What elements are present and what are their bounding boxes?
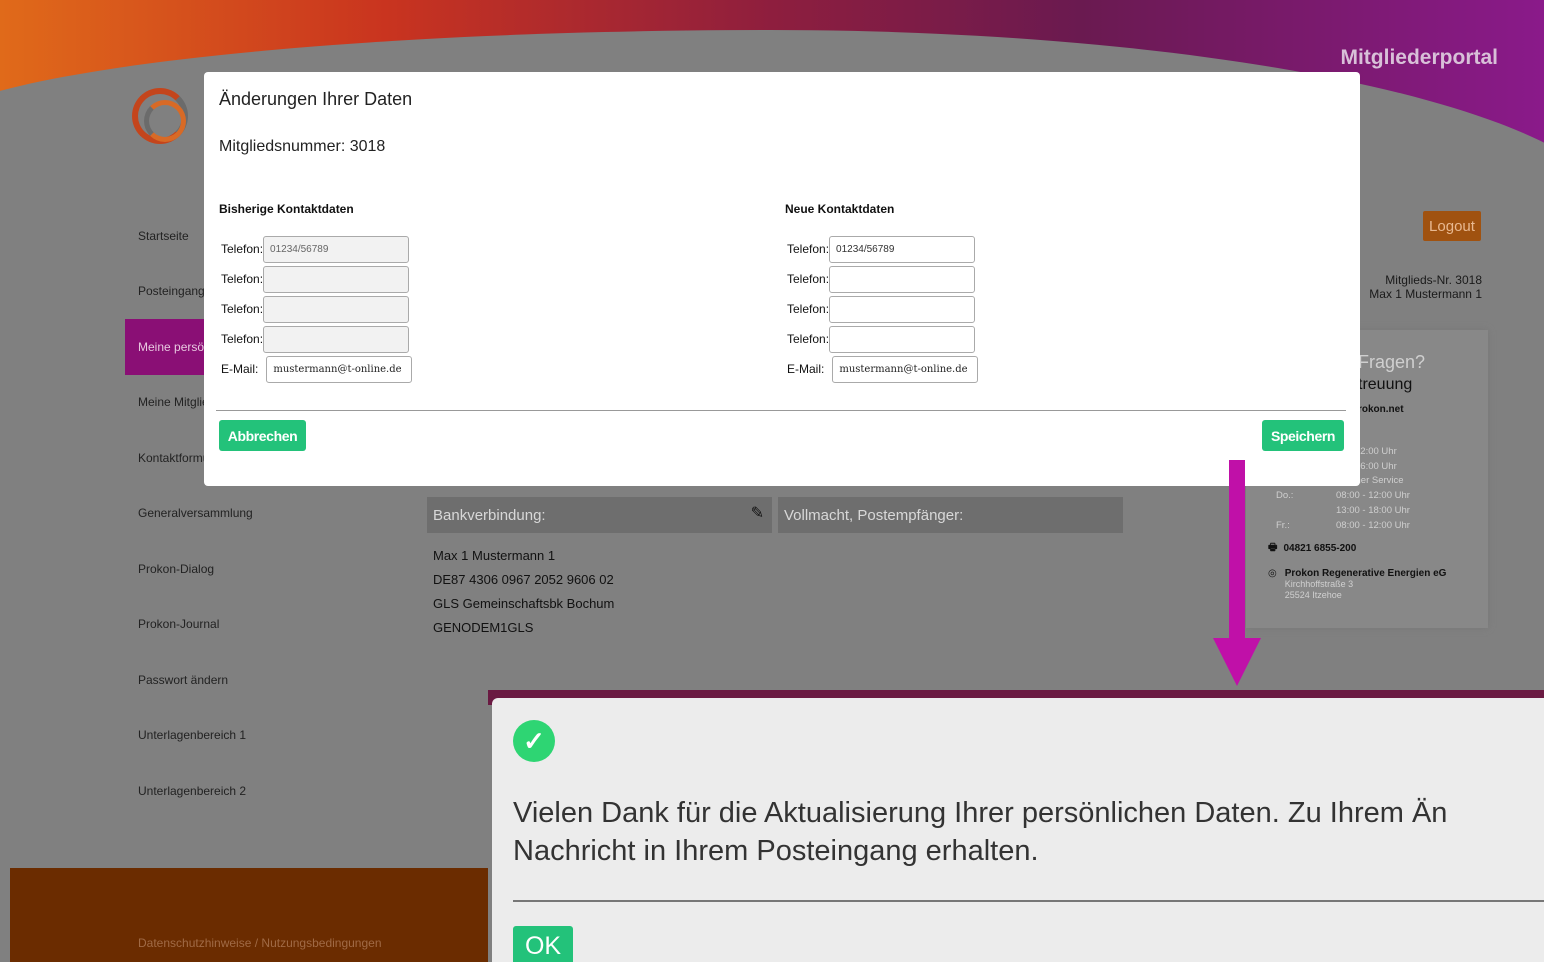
sidebar-item-label: Unterlagenbereich 2	[138, 783, 247, 798]
old-email-field: mustermann@t-online.de	[266, 355, 413, 383]
sidebar-item-label: Unterlagenbereich 1	[138, 728, 247, 743]
sidebar-item-label: Passwort ändern	[138, 672, 229, 687]
sidebar-item-passwort[interactable]: Passwort ändern	[125, 652, 425, 708]
printer-icon: 🖶	[1268, 542, 1278, 553]
company-name: Prokon Regenerative Energien eG	[1284, 568, 1447, 579]
sidebar-item-label: Posteingang	[138, 284, 205, 299]
dialog-divider	[513, 900, 1544, 902]
sidebar-item-unterlagen-2[interactable]: Unterlagenbereich 2	[125, 763, 425, 819]
portal-title: Mitgliederportal	[1340, 46, 1498, 69]
old-phone-field-2	[263, 265, 410, 293]
member-info: Mitglieds-Nr. 3018 Max 1 Mustermann 1	[1369, 273, 1482, 301]
old-contact-column: Bisherige Kontaktdaten Telefon: 01234/567…	[219, 202, 559, 384]
new-contact-heading: Neue Kontaktdaten	[785, 202, 895, 216]
sidebar-item-label: Prokon-Dialog	[138, 561, 215, 576]
new-phone-field-3[interactable]	[829, 295, 976, 323]
location-pin-icon: ◎	[1268, 568, 1277, 579]
old-phone-field-3	[263, 295, 410, 323]
contact-email[interactable]: rokon.net	[1358, 404, 1404, 415]
modal-title: Änderungen Ihrer Daten	[219, 89, 413, 109]
bank-name: GLS Gemeinschaftsbk Bochum	[433, 596, 615, 611]
member-name: Max 1 Mustermann 1	[1369, 287, 1482, 301]
confirmation-dialog: ✓ Vielen Dank für die Aktualisierung Ihr…	[492, 698, 1544, 962]
city: 25524 Itzehoe	[1284, 590, 1342, 600]
sidebar-item-generalversammlung[interactable]: Generalversammlung	[125, 486, 425, 542]
new-phone-field-4[interactable]	[829, 325, 976, 353]
sidebar-item-label: Generalversammlung	[138, 506, 253, 521]
bank-holder: Max 1 Mustermann 1	[433, 548, 556, 563]
modal-member-number: Mitgliedsnummer: 3018	[219, 138, 386, 155]
street: Kirchhoffstraße 3	[1284, 579, 1354, 589]
logout-button[interactable]: Logout	[1423, 211, 1481, 241]
fax-number: 🖶 04821 6855-200	[1268, 540, 1356, 557]
old-phone-field-1: 01234/56789	[263, 235, 410, 263]
sidebar-item-unterlagen-1[interactable]: Unterlagenbereich 1	[125, 708, 425, 764]
modal-divider	[216, 410, 1346, 411]
new-email-field[interactable]: mustermann@t-online.de	[832, 355, 979, 383]
new-contact-column: Neue Kontaktdaten Telefon: 01234/56789 Te…	[785, 202, 1125, 384]
footer-privacy-link[interactable]: Datenschutzhinweise / Nutzungsbedingunge…	[138, 936, 382, 950]
arrow-down-icon	[1213, 638, 1261, 686]
new-phone-field-2[interactable]	[829, 265, 976, 293]
old-contact-heading: Bisherige Kontaktdaten	[219, 202, 354, 216]
member-number: Mitglieds-Nr. 3018	[1385, 273, 1482, 287]
edit-data-modal: Änderungen Ihrer Daten Mitgliedsnummer: …	[204, 72, 1360, 486]
edit-icon[interactable]: ✎	[751, 503, 764, 523]
new-phone-field-1[interactable]: 01234/56789	[829, 235, 976, 263]
prokon-logo	[132, 88, 188, 144]
old-phone-field-4	[263, 325, 410, 353]
cancel-button[interactable]: Abbrechen	[219, 420, 306, 451]
vollmacht-header: Vollmacht, Postempfänger:	[778, 497, 1123, 533]
arrow-shaft	[1229, 460, 1245, 640]
contact-question: Fragen?	[1358, 352, 1426, 372]
check-icon: ✓	[513, 720, 555, 762]
bank-iban: DE87 4306 0967 2052 9606 02	[433, 572, 614, 587]
sidebar-item-prokon-journal[interactable]: Prokon-Journal	[125, 597, 425, 653]
footer: Datenschutzhinweise / Nutzungsbedingunge…	[10, 868, 488, 962]
ok-button[interactable]: OK	[513, 926, 573, 962]
sidebar-item-label: Prokon-Journal	[138, 617, 220, 632]
bank-header: Bankverbindung: ✎	[427, 497, 772, 533]
confirmation-message: Vielen Dank für die Aktualisierung Ihrer…	[513, 797, 1448, 867]
bank-bic: GENODEM1GLS	[433, 620, 534, 635]
page: Mitgliederportal Startseite Posteingang …	[0, 0, 1544, 962]
contact-heading: treuung	[1358, 376, 1413, 393]
bank-details: Max 1 Mustermann 1 DE87 4306 0967 2052 9…	[433, 544, 614, 640]
sidebar-item-label: Startseite	[138, 228, 189, 243]
address: ◎ Prokon Regenerative Energien eG Kirchh…	[1268, 568, 1446, 601]
save-button[interactable]: Speichern	[1262, 420, 1344, 451]
sidebar-item-prokon-dialog[interactable]: Prokon-Dialog	[125, 541, 425, 597]
